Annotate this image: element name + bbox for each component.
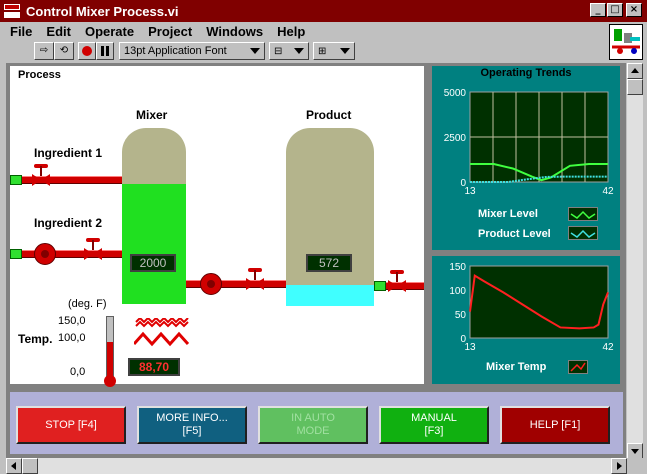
close-button[interactable]: × xyxy=(626,3,642,17)
menu-operate[interactable]: Operate xyxy=(85,24,134,39)
ingredient2-label: Ingredient 2 xyxy=(34,216,103,230)
temp-indicator: 88,70 xyxy=(128,358,180,376)
temp-legend: Mixer Temp xyxy=(482,358,592,378)
ingredient1-valve-icon[interactable] xyxy=(32,164,50,186)
product-level-indicator: 572 xyxy=(306,254,352,272)
temp-tick-100: 100,0 xyxy=(58,332,86,344)
product-level-fill xyxy=(286,284,374,306)
legend-product-level-swatch xyxy=(568,226,598,240)
legend-mixer-level: Mixer Level xyxy=(478,208,538,220)
arrow-down-icon xyxy=(631,449,639,454)
ingredient1-label: Ingredient 1 xyxy=(34,146,103,160)
distribute-objects-select[interactable]: ⊞ xyxy=(313,42,355,60)
vertical-scrollbar[interactable] xyxy=(627,63,643,459)
product-tank xyxy=(286,128,374,306)
legend-mixer-temp: Mixer Temp xyxy=(486,361,547,373)
transfer-valve-icon[interactable] xyxy=(246,268,264,290)
menu-bar: File Edit Operate Project Windows Help xyxy=(0,22,647,40)
chevron-down-icon xyxy=(250,48,260,54)
process-title: Process xyxy=(18,69,61,81)
arrow-up-icon xyxy=(631,68,639,73)
legend-product-level: Product Level xyxy=(478,228,551,240)
align-objects-icon: ⊟ xyxy=(274,46,283,57)
mixer-level-indicator: 2000 xyxy=(130,254,176,272)
align-objects-select[interactable]: ⊟ xyxy=(269,42,309,60)
chevron-down-icon xyxy=(294,48,304,54)
product-valve-icon[interactable] xyxy=(388,270,406,292)
scroll-right-button[interactable] xyxy=(611,458,627,474)
run-continuous-icon[interactable]: ⟲ xyxy=(54,42,74,60)
thermometer-fill xyxy=(107,341,113,377)
scroll-thumb[interactable] xyxy=(627,79,643,95)
product-outlet xyxy=(374,281,386,291)
thermometer xyxy=(106,316,114,378)
arrow-left-icon xyxy=(11,462,16,470)
x-tick-label: 13 xyxy=(464,186,476,197)
mixer-tank xyxy=(122,128,186,304)
vi-icon[interactable] xyxy=(609,24,643,60)
mixer-label: Mixer xyxy=(136,108,168,122)
scroll-left-button[interactable] xyxy=(6,458,22,474)
y-tick-label: 50 xyxy=(455,310,467,321)
transfer-pump-icon[interactable] xyxy=(200,273,222,295)
font-select[interactable]: 13pt Application Font xyxy=(119,42,265,60)
operating-trends-panel: Operating Trends 5000 2500 0 13 42 Mixer Lev… xyxy=(430,64,622,252)
title-bar: Control Mixer Process.vi _ □ × xyxy=(0,0,647,22)
window-title: Control Mixer Process.vi xyxy=(26,3,179,19)
x-tick-label: 42 xyxy=(602,342,614,353)
x-tick-label: 13 xyxy=(464,342,476,353)
control-button-bar: STOP [F4] MORE INFO... [F5] IN AUTO MODE… xyxy=(8,390,625,456)
abort-icon[interactable] xyxy=(78,42,96,60)
ingredient2-valve-icon[interactable] xyxy=(84,238,102,260)
mixer-process-icon xyxy=(612,27,640,57)
temp-tick-150: 150,0 xyxy=(58,315,86,327)
font-select-value: 13pt Application Font xyxy=(124,45,227,57)
temp-unit-label: (deg. F) xyxy=(68,298,107,310)
y-tick-label: 150 xyxy=(449,262,466,273)
legend-mixer-temp-swatch xyxy=(568,360,588,374)
ingredient2-pump-icon[interactable] xyxy=(34,243,56,265)
help-button[interactable]: HELP [F1] xyxy=(500,406,610,444)
toolbar: ⇨ ⟲ 13pt Application Font ⊟ ⊞ xyxy=(0,40,605,62)
y-tick-label: 2500 xyxy=(444,133,467,144)
auto-mode-button[interactable]: IN AUTO MODE xyxy=(258,406,368,444)
level-legend: Mixer Level Product Level xyxy=(478,204,598,244)
minimize-button[interactable]: _ xyxy=(590,3,606,17)
temp-label: Temp. xyxy=(18,332,53,346)
y-tick-label: 5000 xyxy=(444,88,467,99)
menu-file[interactable]: File xyxy=(10,24,32,39)
legend-mixer-level-swatch xyxy=(568,207,598,221)
x-tick-label: 42 xyxy=(602,186,614,197)
distribute-objects-icon: ⊞ xyxy=(318,46,327,57)
size-grip[interactable] xyxy=(627,458,643,474)
thermometer-bulb xyxy=(104,375,116,387)
product-tank-empty xyxy=(286,128,374,306)
menu-project[interactable]: Project xyxy=(148,24,192,39)
temperature-trend-panel: 150 100 50 0 13 42 Mixer Temp xyxy=(430,254,622,386)
scroll-up-button[interactable] xyxy=(627,63,643,79)
ingredient1-inlet xyxy=(10,175,22,185)
labview-app-icon[interactable] xyxy=(4,3,20,19)
y-tick-label: 100 xyxy=(449,286,466,297)
menu-help[interactable]: Help xyxy=(277,24,305,39)
menu-windows[interactable]: Windows xyxy=(206,24,263,39)
menu-edit[interactable]: Edit xyxy=(46,24,71,39)
more-info-button[interactable]: MORE INFO... [F5] xyxy=(137,406,247,444)
ingredient2-inlet xyxy=(10,249,22,259)
maximize-button[interactable]: □ xyxy=(607,3,623,17)
mixer-level-fill xyxy=(122,184,186,304)
manual-button[interactable]: MANUAL [F3] xyxy=(379,406,489,444)
run-arrow-icon[interactable]: ⇨ xyxy=(34,42,54,60)
process-panel: Process Mixer Product Ingredient 1 Ingre… xyxy=(8,64,426,387)
chevron-down-icon xyxy=(340,48,350,54)
product-label: Product xyxy=(306,108,352,122)
hscroll-thumb[interactable] xyxy=(22,458,38,474)
scroll-down-button[interactable] xyxy=(627,443,643,459)
horizontal-scrollbar[interactable] xyxy=(6,458,627,474)
heater-coil-icon xyxy=(134,318,190,347)
arrow-right-icon xyxy=(617,462,622,470)
stop-button[interactable]: STOP [F4] xyxy=(16,406,126,444)
pause-icon[interactable] xyxy=(96,42,114,60)
temp-tick-0: 0,0 xyxy=(70,366,86,378)
